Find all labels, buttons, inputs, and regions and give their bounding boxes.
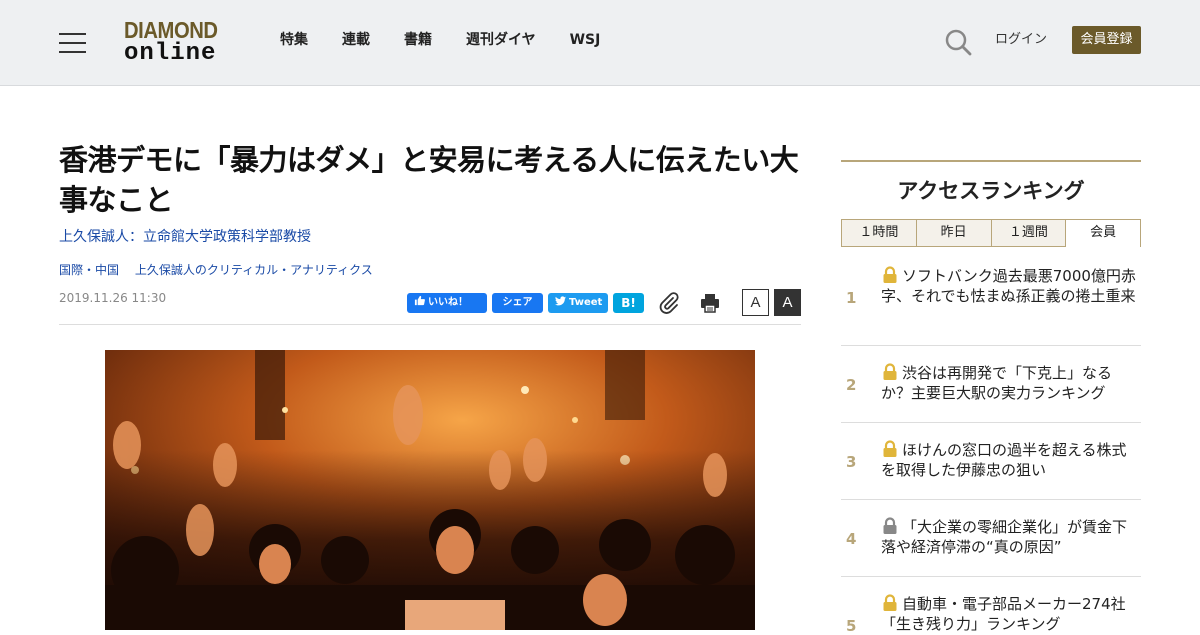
like-label: いいね！ [428, 297, 468, 308]
rank-number: 4 [846, 530, 857, 548]
lock-icon [883, 517, 897, 534]
article-photo [105, 350, 755, 630]
logo-text-online: online [124, 40, 217, 67]
article-author[interactable]: 上久保誠人：立命館大学政策科学部教授 [59, 228, 311, 246]
ranking-item[interactable]: 5 自動車・電子部品メーカー274社「生き残り力」ランキング [841, 577, 1141, 635]
search-icon[interactable] [944, 28, 972, 56]
register-button[interactable]: 会員登録 [1072, 26, 1141, 54]
lock-icon [883, 266, 897, 283]
tab-1week[interactable]: １週間 [990, 219, 1066, 247]
ranking-title: アクセスランキング [897, 179, 1085, 203]
ranking-item-title: ソフトバンク過去最悪7000億円赤字、それでも怯まぬ孫正義の捲土重来 [881, 267, 1136, 305]
protest-crowd-illustration [105, 350, 755, 630]
hatena-bookmark-button[interactable]: B! [613, 293, 644, 313]
article-divider [59, 324, 801, 325]
thumbs-up-icon [414, 295, 425, 306]
login-link[interactable]: ログイン [995, 32, 1047, 48]
lock-icon [883, 440, 897, 457]
lock-icon [883, 594, 897, 611]
main-nav: 特集 連載 書籍 週刊ダイヤ WSJ [280, 31, 634, 49]
tab-members[interactable]: 会員 [1065, 219, 1141, 247]
ranking-item-title: 自動車・電子部品メーカー274社「生き残り力」ランキング [881, 595, 1126, 633]
hamburger-menu-icon[interactable] [59, 31, 86, 53]
rank-number: 2 [846, 376, 857, 394]
site-logo[interactable]: DIAMOND online [124, 19, 226, 67]
tag-international-china[interactable]: 国際・中国 [59, 263, 119, 277]
nav-tokushu[interactable]: 特集 [280, 31, 308, 49]
ranking-item-title: ほけんの窓口の過半を超える株式を取得した伊藤忠の狙い [881, 441, 1127, 479]
ranking-item[interactable]: 3 ほけんの窓口の過半を超える株式を取得した伊藤忠の狙い [841, 423, 1141, 500]
font-size-large-button[interactable]: A [774, 289, 801, 316]
article-date: 2019.11.26 11:30 [59, 291, 167, 305]
ranking-top-rule [841, 160, 1141, 162]
lock-icon [883, 363, 897, 380]
site-header: DIAMOND online 特集 連載 書籍 週刊ダイヤ WSJ ログイン 会… [0, 0, 1200, 86]
paperclip-icon[interactable] [658, 292, 680, 314]
twitter-bird-icon [555, 296, 566, 306]
tab-1hour[interactable]: １時間 [841, 219, 916, 247]
ranking-tabs: １時間 昨日 １週間 会員 [841, 219, 1141, 247]
facebook-like-button[interactable]: いいね！ [407, 293, 487, 313]
article-tags: 国際・中国 上久保誠人のクリティカル・アナリティクス [59, 263, 385, 278]
print-icon[interactable] [699, 292, 721, 314]
ranking-item-title: 渋谷は再開発で「下克上」なるか？主要巨大駅の実力ランキング [881, 364, 1113, 402]
font-size-small-button[interactable]: A [742, 289, 769, 316]
ranking-item[interactable]: 2 渋谷は再開発で「下克上」なるか？主要巨大駅の実力ランキング [841, 346, 1141, 423]
rank-number: 5 [846, 617, 857, 635]
tab-yesterday[interactable]: 昨日 [915, 219, 991, 247]
article-title: 香港デモに「暴力はダメ」と安易に考える人に伝えたい大事なこと [59, 143, 799, 217]
ranking-item-title: 「大企業の零細企業化」が賃金下落や経済停滞の“真の原因” [881, 518, 1128, 556]
nav-weekly-diamond[interactable]: 週刊ダイヤ [466, 31, 536, 49]
share-bar: いいね！ シェア Tweet B! [407, 293, 649, 313]
nav-wsj[interactable]: WSJ [570, 31, 601, 49]
tag-series[interactable]: 上久保誠人のクリティカル・アナリティクス [135, 263, 373, 277]
tweet-label: Tweet [569, 297, 603, 308]
nav-rensai[interactable]: 連載 [342, 31, 370, 49]
facebook-share-button[interactable]: シェア [492, 293, 543, 313]
rank-number: 3 [846, 453, 857, 471]
rank-number: 1 [846, 289, 857, 307]
ranking-item[interactable]: 1 ソフトバンク過去最悪7000億円赤字、それでも怯まぬ孫正義の捲土重来 [841, 259, 1141, 346]
logo-text-diamond: DIAMOND [124, 17, 218, 43]
nav-shoseki[interactable]: 書籍 [404, 31, 432, 49]
ranking-item[interactable]: 4 「大企業の零細企業化」が賃金下落や経済停滞の“真の原因” [841, 500, 1141, 577]
tweet-button[interactable]: Tweet [548, 293, 608, 313]
